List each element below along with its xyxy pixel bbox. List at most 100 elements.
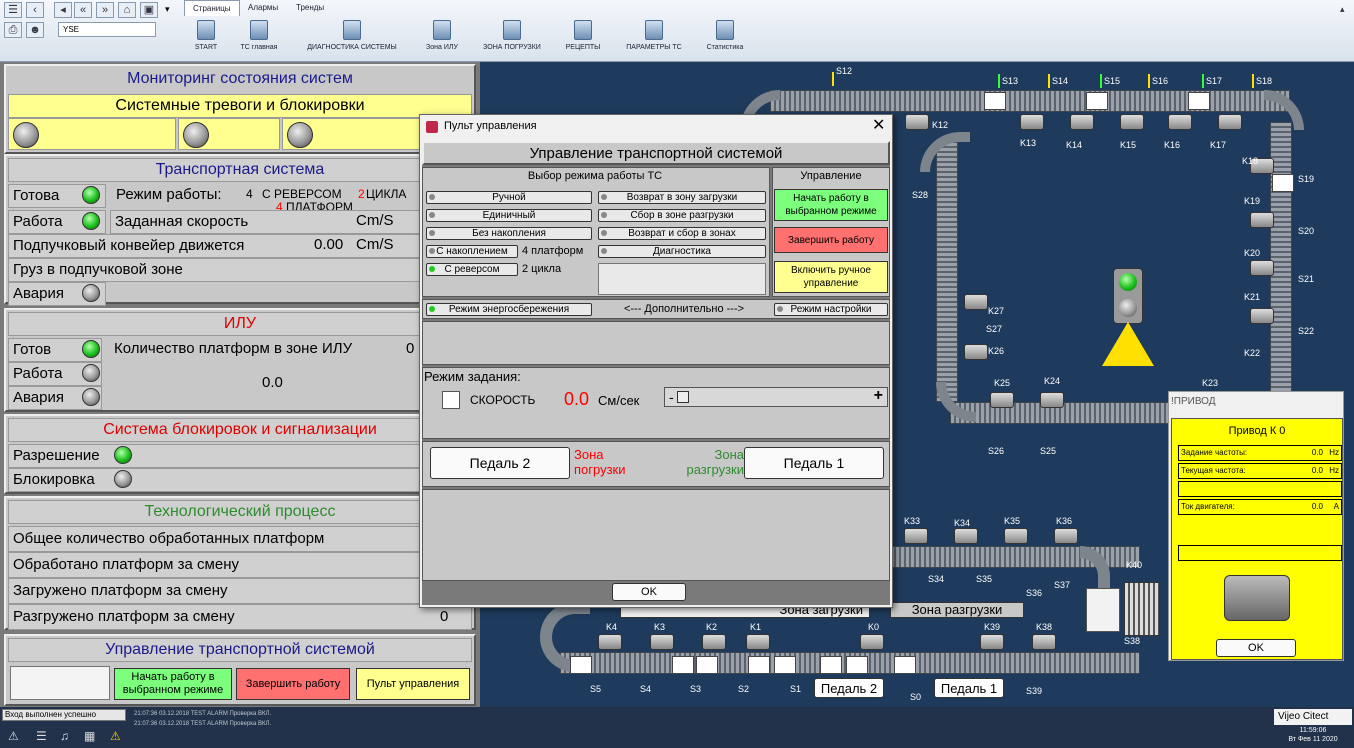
page-icon [716,20,734,40]
motor [598,634,622,650]
drive-panel: Привод К 0 Задание частоты: 0.0 Hz Текущая… [1171,418,1343,660]
menu-icon[interactable]: ☰ [4,2,22,18]
sensor-marker [832,72,834,86]
brand-logo: Vijeo Citect [1274,709,1352,725]
nav-recipes[interactable]: РЕЦЕПТЫ [558,20,608,51]
tab-pages[interactable]: Страницы [184,0,240,16]
return-and-collect-button[interactable]: Возврат и сбор в зонах [598,227,766,240]
field-value: 0.0 [1311,502,1323,511]
pedal1-button[interactable]: Педаль 1 [744,447,884,479]
alarm-filter-icon[interactable]: ▦ [84,729,95,743]
window-icon[interactable]: ▣ [140,2,158,18]
page-icon [433,20,451,40]
pedal2-button[interactable]: Педаль 2 [430,447,570,479]
history-back-icon[interactable]: « [74,2,92,18]
speed-checkbox[interactable] [442,391,460,409]
speed-unit: См/сек [598,393,640,408]
scene-pedal1-button[interactable]: Педаль 1 [934,678,1004,698]
slider-thumb[interactable] [677,391,689,403]
ilu-ready-led [82,340,100,358]
dialog-start-button[interactable]: Начать работу в выбранном режиме [774,189,888,221]
close-icon[interactable]: ✕ [872,117,885,135]
sensor-marker [1202,74,1204,88]
nav-start[interactable]: START [188,20,224,51]
nav-ts-main[interactable]: ТС главная [234,20,284,51]
warning-icon[interactable]: ⚠ [110,729,121,743]
speed-value: 0.0 [564,389,590,409]
alarm-silence-icon[interactable]: ♫ [60,729,69,743]
return-to-loading-button[interactable]: Возврат в зону загрузки [598,191,766,204]
motor [1032,634,1056,650]
motor-label: K14 [1066,140,1083,150]
minus-icon[interactable]: - [669,390,674,404]
conveyor-top [770,90,1290,112]
tech-row-loaded: Загружено платформ за смену [8,578,472,604]
platform [846,656,868,674]
alarm-ack-icon[interactable]: ⚠ [8,729,19,743]
field-label: Текущая частота: [1181,466,1246,475]
dialog-ok-button[interactable]: OK [612,583,686,601]
motor [954,528,978,544]
mode-accumulation-button[interactable]: С накоплением [426,245,518,258]
control-panel-button[interactable]: Пульт управления [356,668,470,700]
user-combo[interactable]: YSE [58,22,156,37]
sensor-label: S28 [912,190,929,200]
sensor-label: S17 [1206,76,1223,86]
nav-label: ДИАГНОСТИКА СИСТЕМЫ [307,44,397,51]
alarm-list-icon[interactable]: ☰ [36,729,47,743]
scene-pedal2-button[interactable]: Педаль 2 [814,678,884,698]
collapse-icon[interactable]: ▴ [1340,4,1345,15]
blocking-led [114,470,132,488]
drive-ok-button[interactable]: OK [1216,639,1296,657]
history-forward-icon[interactable]: » [96,2,114,18]
permit-label: Разрешение [8,444,472,468]
motor-label: K15 [1120,140,1137,150]
ilu-header: ИЛУ [8,312,472,336]
tab-trends[interactable]: Тренды [288,0,332,16]
finish-work-button[interactable]: Завершить работу [236,668,350,700]
control-header: Управление транспортной системой [8,638,472,662]
signal-green-icon [1119,273,1137,291]
mode-header: Выбор режима работы ТС [527,170,663,182]
nav-diagnostics[interactable]: ДИАГНОСТИКА СИСТЕМЫ [296,20,408,51]
user-icon[interactable]: ☻ [26,22,44,38]
mode-manual-button[interactable]: Ручной [426,191,592,204]
collect-unloading-button[interactable]: Сбор в зоне разгрузки [598,209,766,222]
mode-single-button[interactable]: Единичный [426,209,592,222]
page-icon [197,20,215,40]
prev-icon[interactable]: ◂ [54,2,72,18]
conveyor-curve [920,132,970,172]
mode-reverse-button[interactable]: С реверсом [426,263,518,276]
spacer-panel [422,321,890,365]
radio-dot [429,212,435,218]
motor [1120,114,1144,130]
home-icon[interactable]: ⌂ [118,2,136,18]
nav-statistics[interactable]: Статистика [700,20,750,51]
motor-label: K16 [1164,140,1181,150]
energy-saving-button[interactable]: Режим энергосбережения [426,303,592,316]
page-icon [343,20,361,40]
toolbar-dropdown-icon[interactable]: ▾ [165,4,170,15]
manual-control-button[interactable]: Включить ручное управление [774,261,888,293]
tab-alarms[interactable]: Алармы [240,0,286,16]
printer-icon[interactable]: ⎙ [4,22,22,38]
sensor-marker [998,74,1000,88]
tuning-mode-button[interactable]: Режим настройки [774,303,888,316]
back-icon[interactable]: ‹ [26,2,44,18]
speed-slider[interactable]: - + [664,387,888,407]
button-label: Режим энергосбережения [448,304,570,315]
dialog-body: Управление транспортной системой Выбор р… [422,141,890,605]
mode-no-accumulation-button[interactable]: Без накопления [426,227,592,240]
transfer-unit [1086,588,1120,632]
start-work-button[interactable]: Начать работу в выбранном режиме [114,668,232,700]
sensor-label: S25 [1040,446,1057,456]
mode-label: Режим работы: [116,186,222,203]
dialog-stop-button[interactable]: Завершить работу [774,227,888,253]
nav-ilu[interactable]: Зона ИЛУ [420,20,464,51]
nav-ts-params[interactable]: ПАРАМЕТРЫ ТС [616,20,692,51]
blocking-label: Блокировка [8,468,472,492]
button-label: Возврат и сбор в зонах [628,228,736,239]
nav-loading-zone[interactable]: ЗОНА ПОГРУЗКИ [474,20,550,51]
diagnostics-button[interactable]: Диагностика [598,245,766,258]
plus-icon[interactable]: + [874,388,883,404]
